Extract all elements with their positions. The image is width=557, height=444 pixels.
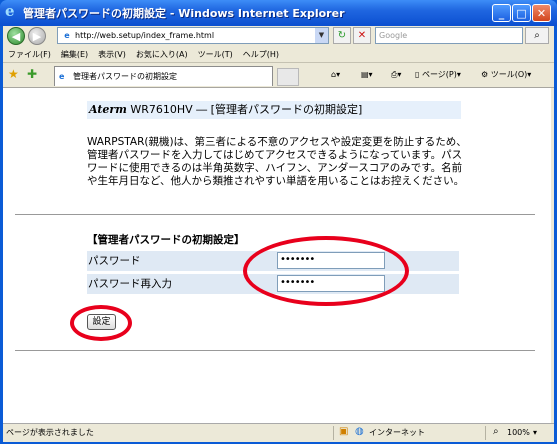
- tools-menu-button[interactable]: ⚙ ツール(O)▾: [481, 68, 531, 82]
- zone-label: インターネット: [369, 428, 425, 437]
- search-input[interactable]: Google: [375, 27, 523, 44]
- brand-logo: Aterm: [89, 103, 127, 116]
- protected-mode-icon: ▣: [339, 426, 349, 437]
- tab-row: ★ ✚ e 管理者パスワードの初期設定 ⌂▾ ▤▾ ⎙▾ ▯ ページ(P)▾ ⚙…: [3, 63, 554, 88]
- status-bar: ページが表示されました ▣ ◍ インターネット ⌕ 100% ▾: [3, 423, 554, 442]
- tab-label: 管理者パスワードの初期設定: [73, 72, 177, 81]
- menu-file[interactable]: ファイル(F): [3, 47, 56, 62]
- divider-bottom: [15, 350, 535, 351]
- password-confirm-row: パスワード再入力 •••••••: [87, 274, 459, 294]
- zoom-icon[interactable]: ⌕: [493, 426, 499, 437]
- scrollbar[interactable]: [551, 88, 554, 423]
- window-title: 管理者パスワードの初期設定 - Windows Internet Explore…: [23, 7, 345, 20]
- title-bar[interactable]: e 管理者パスワードの初期設定 - Windows Internet Explo…: [0, 0, 557, 26]
- menu-bar: ファイル(F) 編集(E) 表示(V) お気に入り(A) ツール(T) ヘルプ(H): [3, 47, 554, 63]
- home-icon[interactable]: ⌂▾: [331, 68, 340, 82]
- print-icon[interactable]: ⎙▾: [391, 68, 401, 82]
- minimize-button[interactable]: _: [492, 4, 511, 22]
- page-title: ― [管理者パスワードの初期設定]: [196, 103, 363, 116]
- page-menu-button[interactable]: ▯ ページ(P)▾: [415, 68, 461, 82]
- page-content: Aterm WR7610HV ― [管理者パスワードの初期設定] WARPSTA…: [3, 88, 551, 423]
- address-row: ◀ ▶ e http://web.setup/index_frame.html ▼…: [3, 26, 554, 45]
- status-separator: [333, 426, 334, 440]
- search-button[interactable]: ⌕: [525, 27, 549, 44]
- password-input[interactable]: •••••••: [277, 252, 385, 269]
- add-favorites-icon[interactable]: ✚: [27, 67, 37, 81]
- address-dropdown-icon[interactable]: ▼: [315, 28, 328, 43]
- password-confirm-label: パスワード再入力: [88, 278, 172, 290]
- tools-menu-label: ツール(O): [490, 70, 528, 79]
- description-text: WARPSTAR(親機)は、第三者による不意のアクセスや設定変更を防止するため、…: [87, 136, 467, 187]
- annotation-circle-fields: [243, 236, 409, 306]
- divider: [15, 214, 535, 215]
- close-button[interactable]: ✕: [532, 4, 551, 22]
- status-separator: [485, 426, 486, 440]
- page-icon: e: [64, 31, 70, 40]
- tab-current[interactable]: e 管理者パスワードの初期設定: [54, 66, 273, 86]
- menu-tools[interactable]: ツール(T): [193, 47, 238, 62]
- url-text: http://web.setup/index_frame.html: [75, 31, 215, 40]
- password-label: パスワード: [88, 255, 141, 267]
- password-row: パスワード •••••••: [87, 251, 459, 271]
- submit-button[interactable]: 設定: [87, 314, 116, 330]
- status-text: ページが表示されました: [6, 428, 94, 437]
- back-button[interactable]: ◀: [7, 27, 25, 45]
- stop-button[interactable]: ✕: [353, 27, 371, 44]
- menu-favorites[interactable]: お気に入り(A): [131, 47, 193, 62]
- page-tab-icon: e: [59, 72, 65, 81]
- model-name: WR7610HV: [130, 103, 193, 116]
- password-confirm-input[interactable]: •••••••: [277, 275, 385, 292]
- refresh-button[interactable]: ↻: [333, 27, 351, 44]
- menu-help[interactable]: ヘルプ(H): [238, 47, 284, 62]
- page-heading: Aterm WR7610HV ― [管理者パスワードの初期設定]: [87, 101, 461, 119]
- feeds-icon[interactable]: ▤▾: [361, 68, 373, 82]
- globe-icon: ◍: [355, 426, 364, 437]
- section-title: 【管理者パスワードの初期設定】: [87, 234, 245, 246]
- new-tab-button[interactable]: [277, 68, 299, 86]
- address-input[interactable]: e http://web.setup/index_frame.html ▼: [57, 27, 329, 44]
- menu-edit[interactable]: 編集(E): [56, 47, 93, 62]
- ie-logo-icon: e: [5, 2, 15, 20]
- zoom-level[interactable]: 100%: [507, 427, 530, 439]
- maximize-button[interactable]: □: [512, 4, 531, 22]
- page-menu-label: ページ(P): [421, 70, 457, 79]
- menu-view[interactable]: 表示(V): [93, 47, 131, 62]
- favorites-star-icon[interactable]: ★: [8, 67, 19, 81]
- zoom-dropdown-icon[interactable]: ▾: [533, 427, 537, 439]
- forward-button[interactable]: ▶: [28, 27, 46, 45]
